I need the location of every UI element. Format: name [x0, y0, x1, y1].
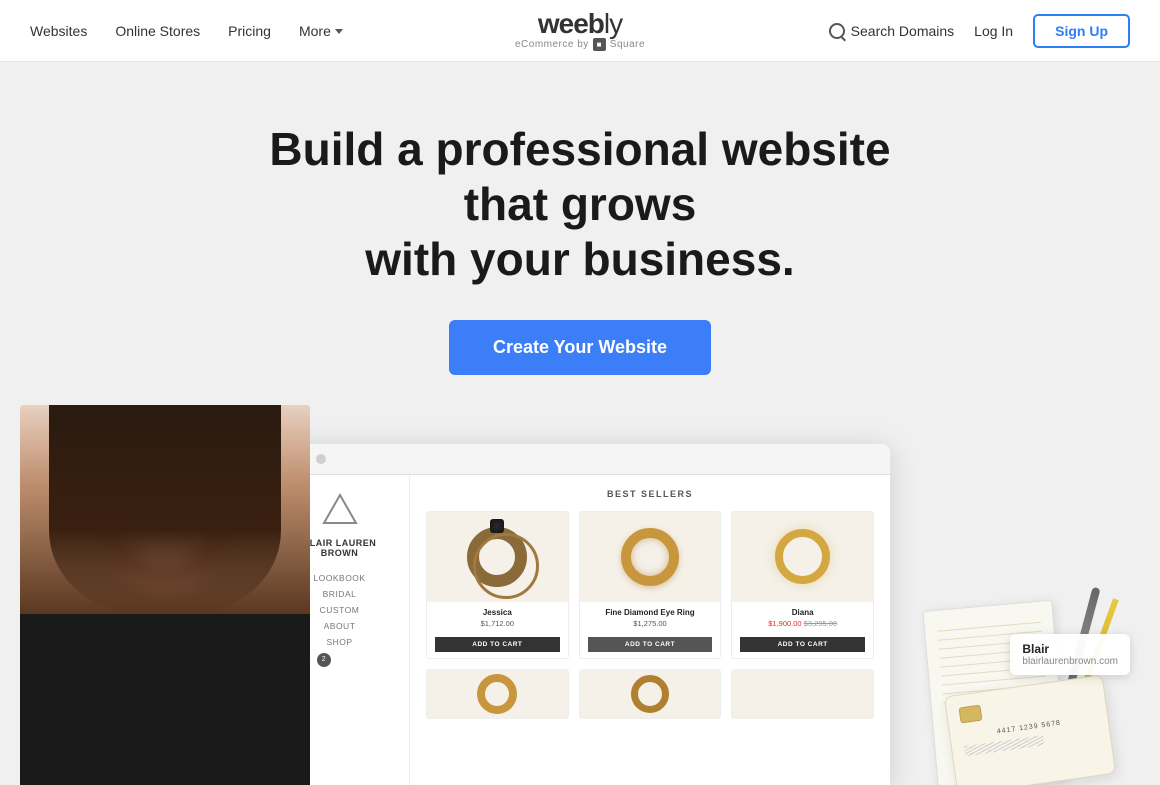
search-domains-button[interactable]: Search Domains: [829, 23, 955, 39]
search-icon: [829, 23, 845, 39]
products-row2: [426, 669, 874, 719]
product-name: Fine Diamond Eye Ring: [588, 608, 713, 617]
gem-icon: [490, 519, 504, 533]
original-price: $3,295.00: [804, 619, 837, 628]
product-price: $1,900.00 $3,295.00: [740, 619, 865, 628]
sale-price: $1,900.00: [768, 619, 801, 628]
product-name: Diana: [740, 608, 865, 617]
card-chip: [959, 704, 983, 723]
product-card-fine-diamond: Fine Diamond Eye Ring $1,275.00 ADD TO C…: [579, 511, 722, 659]
product-name: Jessica: [435, 608, 560, 617]
browser-bar: [270, 444, 890, 475]
product-partial-3: [731, 669, 874, 719]
site-logo-triangle-icon: [322, 493, 358, 525]
hero-visual: BLAIR LAUREN BROWN LOOKBOOK BRIDAL CUSTO…: [20, 425, 1140, 785]
add-to-cart-jessica[interactable]: ADD TO CART: [435, 637, 560, 652]
nav-online-stores[interactable]: Online Stores: [115, 23, 200, 39]
login-button[interactable]: Log In: [974, 23, 1013, 39]
nav-more[interactable]: More: [299, 23, 343, 39]
hero-title: Build a professional website that grows …: [230, 122, 930, 288]
product-price: $1,275.00: [588, 619, 713, 628]
logo-wordmark: weebly: [515, 10, 645, 38]
product-price: $1,712.00: [435, 619, 560, 628]
blair-url: blairlaurenbrown.com: [1022, 656, 1118, 667]
product-image-fine-diamond: [580, 512, 721, 602]
product-partial-2: [579, 669, 722, 719]
nav-websites[interactable]: Websites: [30, 23, 87, 39]
blair-name: Blair: [1022, 642, 1118, 656]
product-info-fine-diamond: Fine Diamond Eye Ring $1,275.00 ADD TO C…: [580, 602, 721, 658]
person-photo: [20, 405, 310, 785]
square-icon: ■: [593, 38, 606, 51]
ring-icon-2: [621, 528, 679, 586]
add-to-cart-diana[interactable]: ADD TO CART: [740, 637, 865, 652]
browser-mockup: BLAIR LAUREN BROWN LOOKBOOK BRIDAL CUSTO…: [270, 444, 890, 785]
browser-dot-3: [316, 454, 326, 464]
blair-info-box: Blair blairlaurenbrown.com: [1010, 634, 1130, 675]
nav-pricing[interactable]: Pricing: [228, 23, 271, 39]
product-image-jessica: [427, 512, 568, 602]
site-main-content: BEST SELLERS: [410, 475, 890, 785]
main-nav: Websites Online Stores Pricing More: [30, 23, 343, 39]
header: Websites Online Stores Pricing More weeb…: [0, 0, 1160, 62]
add-to-cart-fine-diamond[interactable]: ADD TO CART: [588, 637, 713, 652]
product-card-jessica: Jessica $1,712.00 ADD TO CART: [426, 511, 569, 659]
chevron-down-icon: [335, 29, 343, 34]
site-logo[interactable]: weebly eCommerce by ■ Square: [515, 10, 645, 51]
product-info-diana: Diana $1,900.00 $3,295.00 ADD TO CART: [732, 602, 873, 658]
ring-icon-3: [775, 529, 830, 584]
desk-decoration: 4417 1239 5678: [920, 445, 1120, 785]
hero-section: Build a professional website that grows …: [0, 62, 1160, 785]
product-partial-1: [426, 669, 569, 719]
ring-icon-1: [467, 527, 527, 587]
create-website-button[interactable]: Create Your Website: [449, 320, 711, 375]
product-card-diana: Diana $1,900.00 $3,295.00 ADD TO CART: [731, 511, 874, 659]
product-info-jessica: Jessica $1,712.00 ADD TO CART: [427, 602, 568, 658]
header-actions: Search Domains Log In Sign Up: [829, 14, 1130, 48]
browser-content: BLAIR LAUREN BROWN LOOKBOOK BRIDAL CUSTO…: [270, 475, 890, 785]
cart-badge: 2: [317, 653, 331, 667]
logo-subtitle: eCommerce by ■ Square: [515, 38, 645, 51]
products-grid: Jessica $1,712.00 ADD TO CART Fine: [426, 511, 874, 659]
section-label: BEST SELLERS: [426, 489, 874, 499]
signup-button[interactable]: Sign Up: [1033, 14, 1130, 48]
product-image-diana: [732, 512, 873, 602]
